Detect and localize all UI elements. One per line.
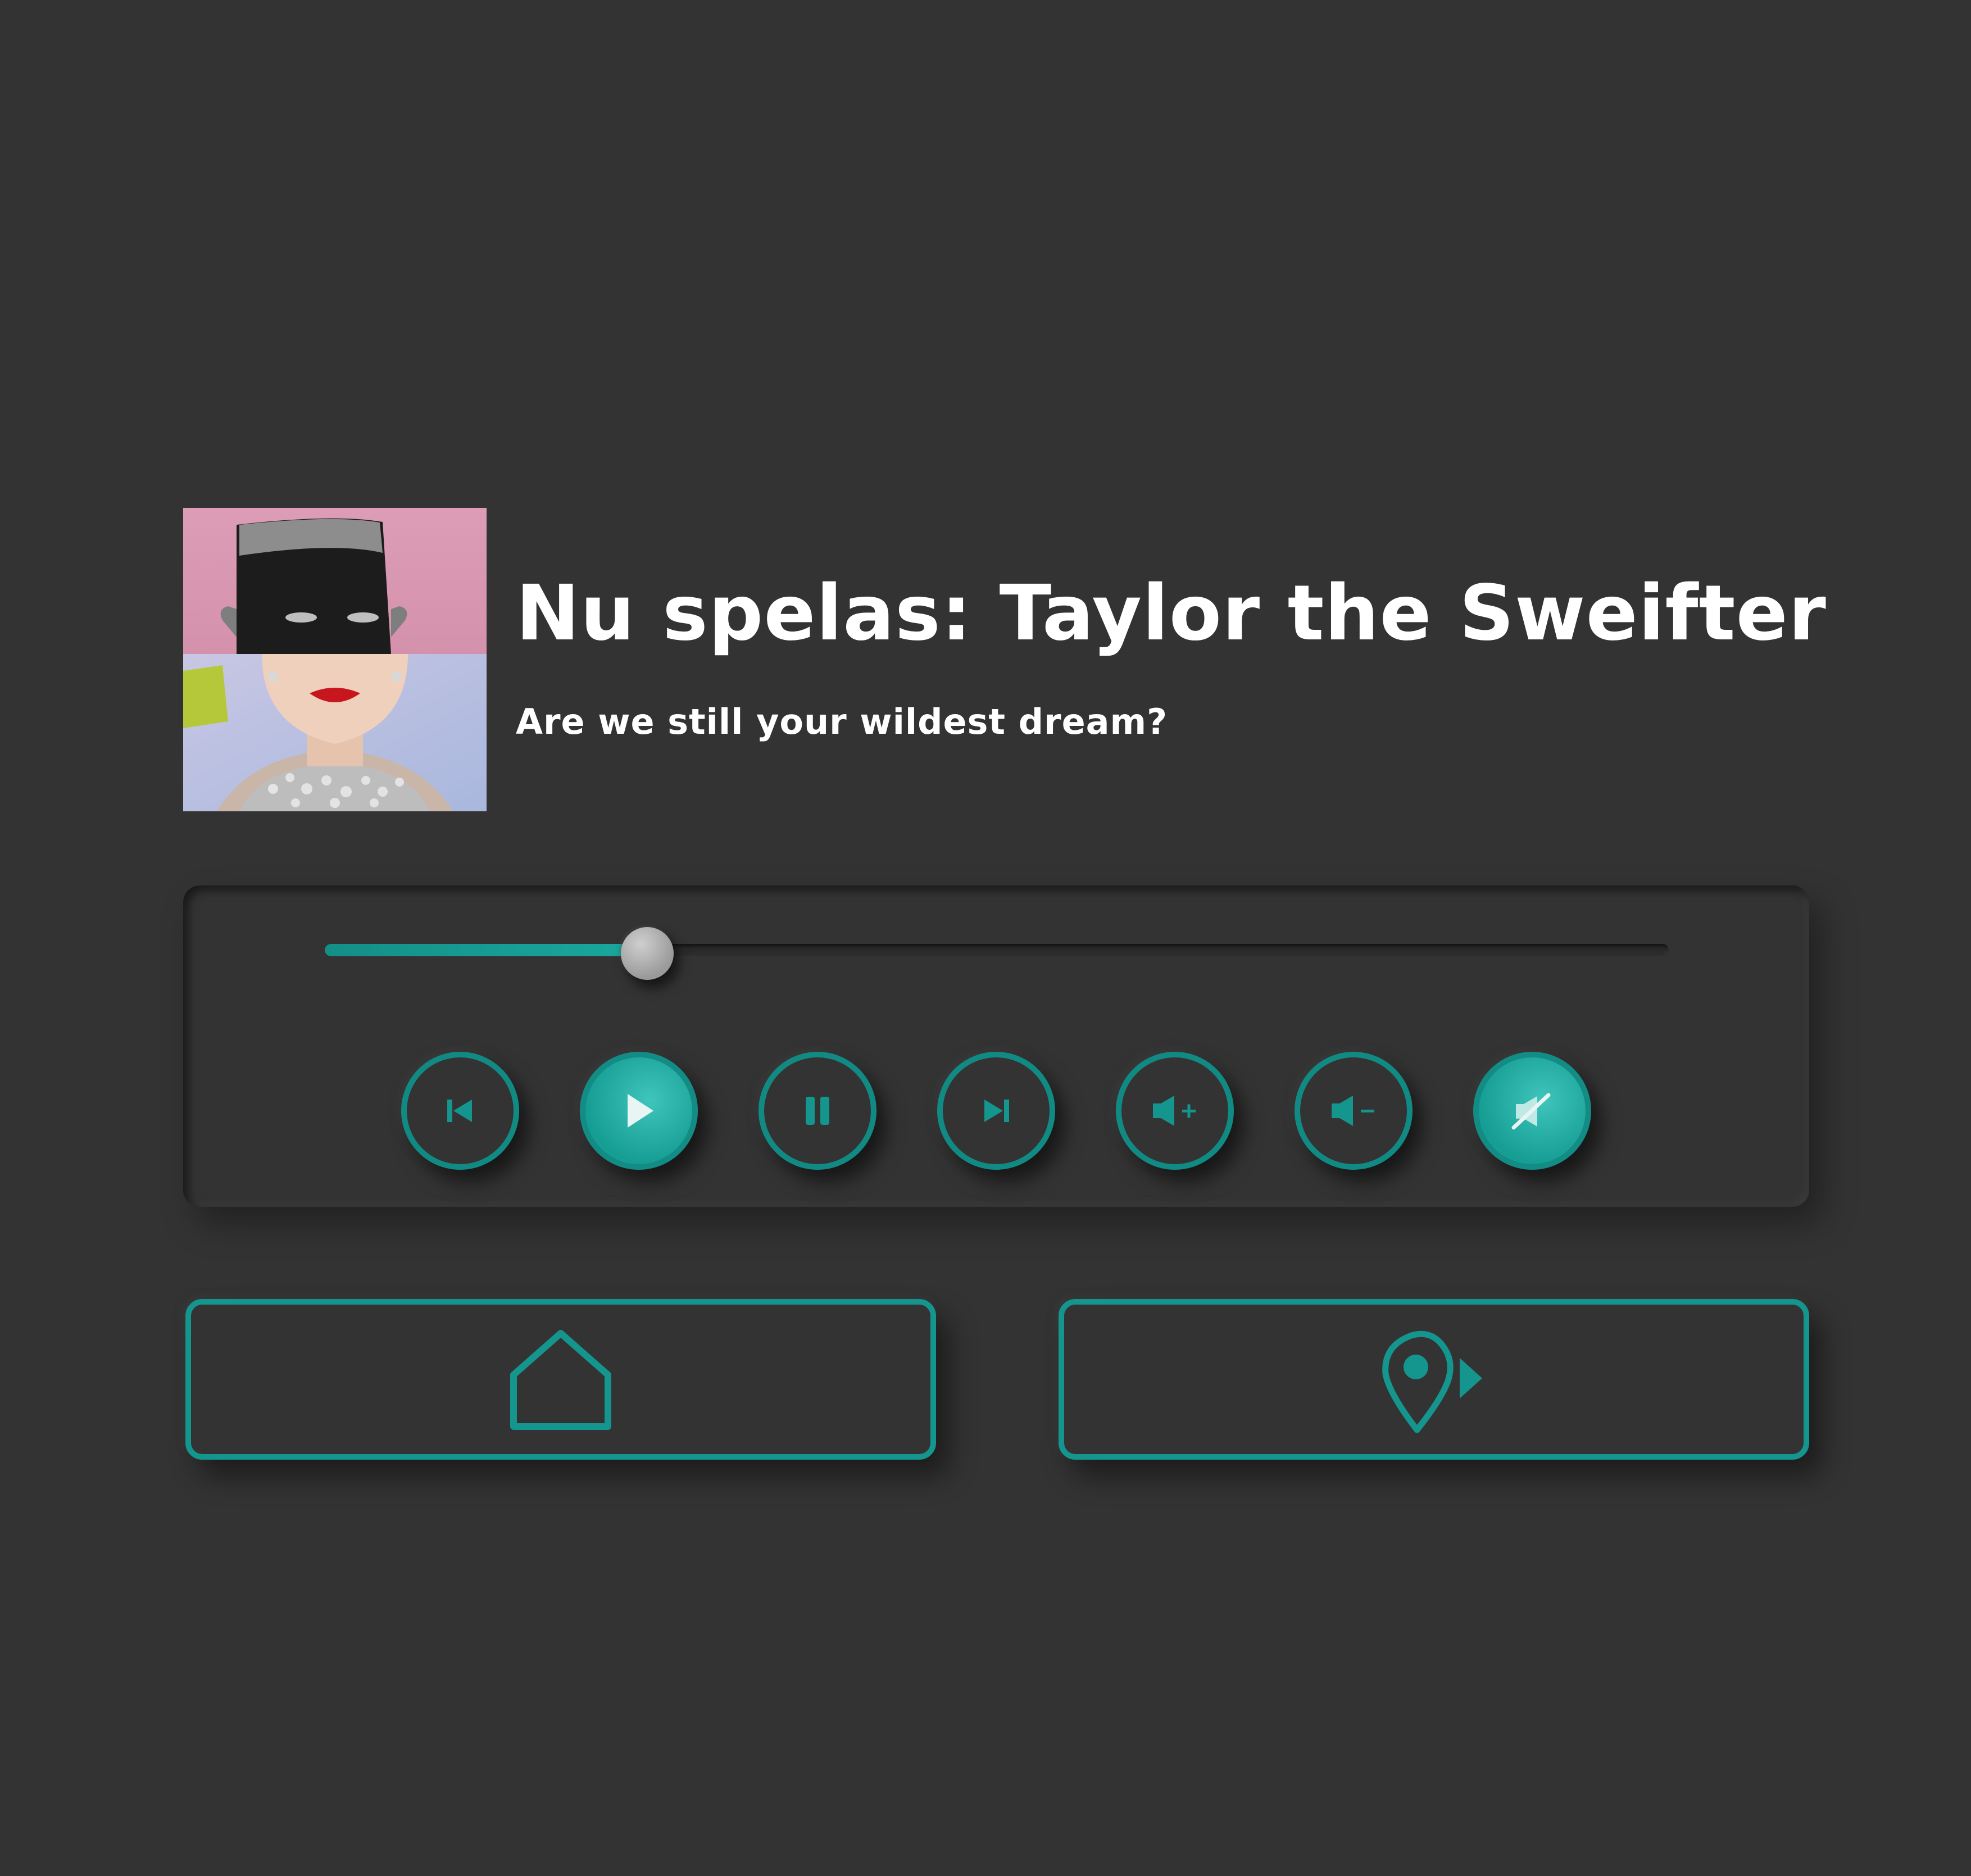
skip-previous-icon xyxy=(447,1100,472,1122)
pause-icon xyxy=(806,1097,829,1125)
pause-button[interactable] xyxy=(759,1052,876,1170)
navigate-location-button[interactable] xyxy=(1059,1299,1809,1460)
previous-button[interactable] xyxy=(401,1052,519,1170)
album-art-image xyxy=(183,508,487,811)
progress-knob[interactable] xyxy=(621,927,674,980)
music-player-screen: Nu spelas: Taylor the Sweifter Are we st… xyxy=(0,0,1971,1876)
volume-down-icon xyxy=(1332,1096,1374,1126)
skip-next-icon xyxy=(984,1100,1009,1122)
progress-fill xyxy=(325,944,647,956)
progress-bar[interactable] xyxy=(325,944,1669,956)
now-playing-subtitle: Are we still your wildest dream? xyxy=(516,701,1168,742)
location-navigate-icon xyxy=(1382,1330,1482,1433)
play-button[interactable] xyxy=(580,1052,698,1170)
mute-button[interactable] xyxy=(1473,1052,1591,1170)
next-button[interactable] xyxy=(937,1052,1055,1170)
home-icon xyxy=(510,1330,611,1430)
now-playing-title: Nu spelas: Taylor the Sweifter xyxy=(516,569,1827,658)
volume-up-button[interactable] xyxy=(1116,1052,1234,1170)
volume-down-button[interactable] xyxy=(1295,1052,1413,1170)
home-button[interactable] xyxy=(185,1299,936,1460)
mute-icon xyxy=(1511,1093,1551,1130)
play-icon xyxy=(628,1094,653,1128)
volume-up-icon xyxy=(1153,1096,1196,1126)
